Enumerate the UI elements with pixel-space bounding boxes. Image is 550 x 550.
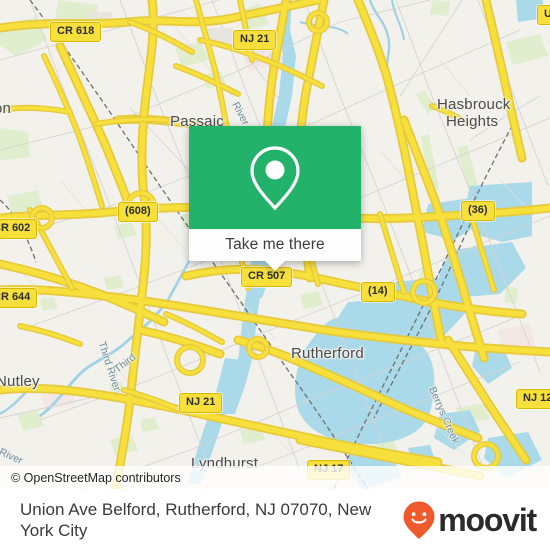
map-attribution[interactable]: © OpenStreetMap contributors [0,466,550,489]
map-canvas[interactable]: .w { fill:#aadaea; } .wl { stroke:#9fd2e… [0,0,550,489]
popup-header [189,126,361,229]
footer-bar: Union Ave Belford, Rutherford, NJ 07070,… [0,489,550,550]
attribution-text: © OpenStreetMap contributors [11,470,181,485]
moovit-smiley-pin-icon [403,501,435,539]
location-title: Union Ave Belford, Rutherford, NJ 07070,… [20,499,372,540]
place-label-hasbrouck: Hasbrouck [437,96,511,113]
road-shield-608: (608) [118,202,158,222]
place-label-nutley: Nutley [0,373,40,390]
moovit-logo[interactable]: moovit [402,500,537,540]
moovit-wordmark: moovit [438,501,537,538]
take-me-there-button[interactable]: Take me there [225,236,325,254]
map-screenshot: .w { fill:#aadaea; } .wl { stroke:#9fd2e… [0,0,550,550]
road-shield-14: (14) [361,282,395,302]
place-label-rutherford: Rutherford [291,345,364,362]
road-shield-cr-602: CR 602 [0,219,38,239]
road-shield-nj-21-north: NJ 21 [233,30,277,50]
popup-pointer [265,261,285,271]
place-label-clipped-left: on [0,100,12,117]
map-pin-icon [250,145,300,210]
road-shield-nj-120: NJ 120 [516,389,550,409]
popup-footer[interactable]: Take me there [189,229,361,271]
road-shield-us-clipped: U [537,5,550,25]
map-popup-card[interactable]: Take me there [189,126,361,271]
place-label-heights: Heights [446,113,499,130]
road-shield-cr-618: CR 618 [50,22,102,42]
road-shield-36: (36) [461,201,495,221]
road-shield-cr-644: CR 644 [0,288,38,308]
road-shield-nj-21-south: NJ 21 [179,393,223,413]
